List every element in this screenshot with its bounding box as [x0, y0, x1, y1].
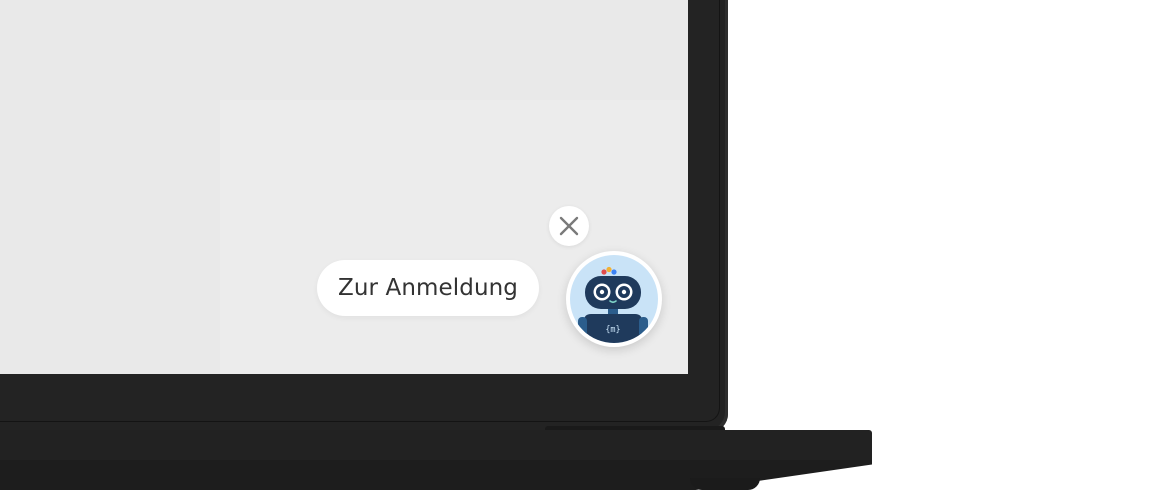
laptop-mockup: Zur Anmeldung {m} — [0, 0, 1170, 500]
close-icon — [559, 216, 579, 236]
chat-bot-avatar-button[interactable]: {m} — [566, 251, 662, 347]
avatar-badge: {m} — [605, 325, 620, 335]
close-chat-button[interactable] — [549, 206, 589, 246]
avatar: {m} — [570, 255, 658, 343]
chat-prompt-bubble[interactable]: Zur Anmeldung — [317, 260, 540, 316]
robot-avatar-icon: {m} — [578, 266, 648, 343]
chat-prompt-label: Zur Anmeldung — [338, 275, 519, 301]
laptop-foot — [690, 478, 760, 490]
laptop-base — [0, 430, 872, 462]
